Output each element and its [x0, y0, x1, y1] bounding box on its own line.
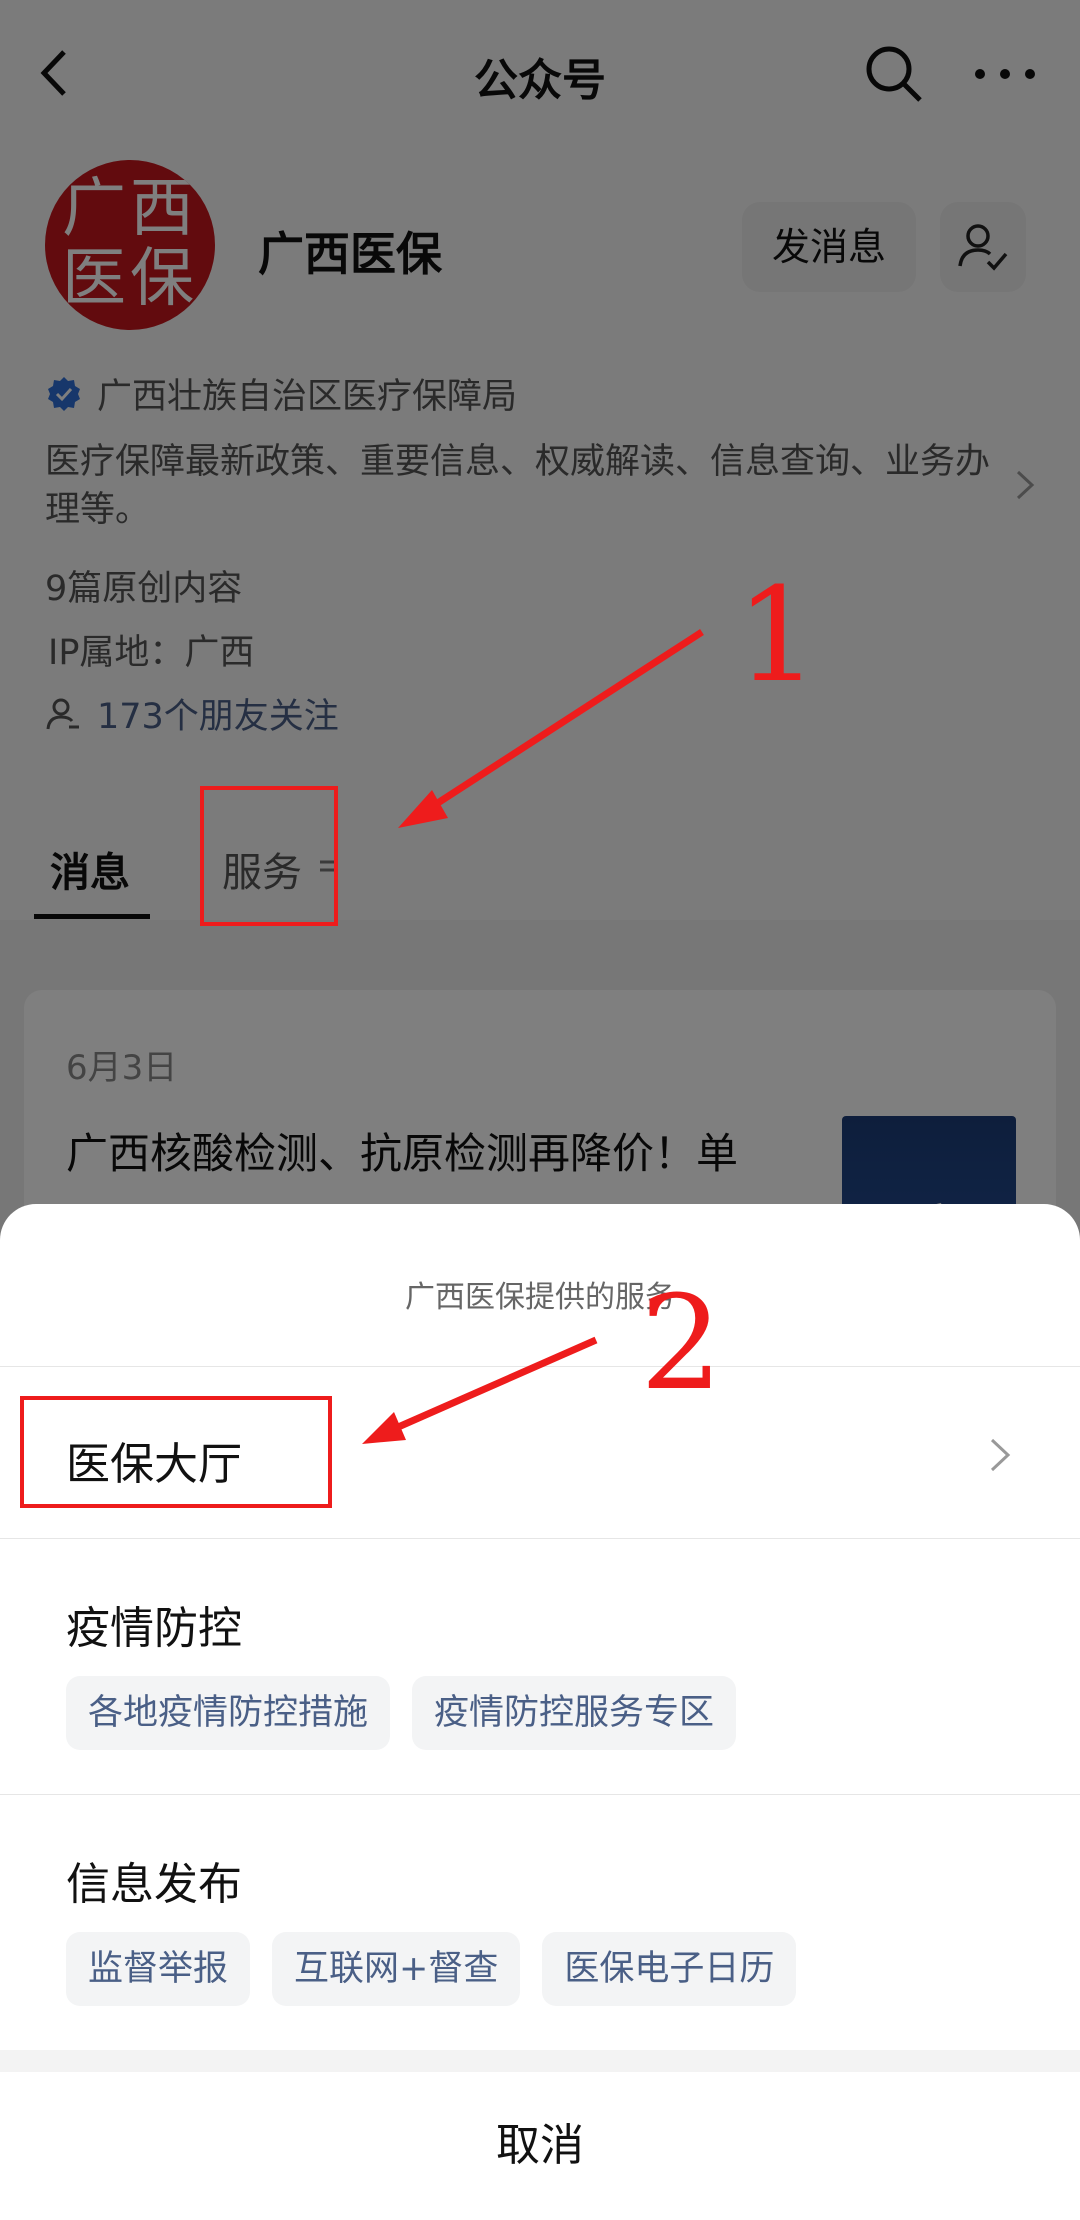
divider [0, 2050, 1080, 2072]
services-sheet: 广西医保提供的服务 医保大厅 疫情防控 各地疫情防控措施 疫情防控服务专区 信息… [0, 1204, 1080, 2220]
chip-local-measures[interactable]: 各地疫情防控措施 [66, 1676, 391, 1750]
group-title: 信息发布 [66, 1859, 242, 1910]
group-info: 信息发布 监督举报 互联网+督查 医保电子日历 [0, 1796, 1080, 2050]
step-number-1: 1 [736, 559, 819, 711]
chip-calendar[interactable]: 医保电子日历 [542, 1932, 797, 2006]
divider [0, 1794, 1080, 1795]
chip-list: 各地疫情防控措施 疫情防控服务专区 [66, 1676, 737, 1750]
sheet-header: 广西医保提供的服务 [405, 1280, 675, 1315]
cancel-button[interactable]: 取消 [0, 2072, 1080, 2220]
highlight-box-hall [20, 1396, 332, 1508]
chevron-right-icon [986, 1430, 1014, 1480]
chip-internet-inspection[interactable]: 互联网+督查 [272, 1932, 521, 2006]
chip-supervision-report[interactable]: 监督举报 [66, 1932, 251, 2006]
chip-service-zone[interactable]: 疫情防控服务专区 [412, 1676, 737, 1750]
divider [0, 1366, 1080, 1367]
chip-list: 监督举报 互联网+督查 医保电子日历 [66, 1932, 797, 2006]
group-epidemic: 疫情防控 各地疫情防控措施 疫情防控服务专区 [0, 1540, 1080, 1794]
step-number-2: 2 [640, 1267, 723, 1419]
highlight-box-services [200, 786, 338, 926]
divider [0, 1538, 1080, 1539]
group-title: 疫情防控 [66, 1603, 242, 1654]
